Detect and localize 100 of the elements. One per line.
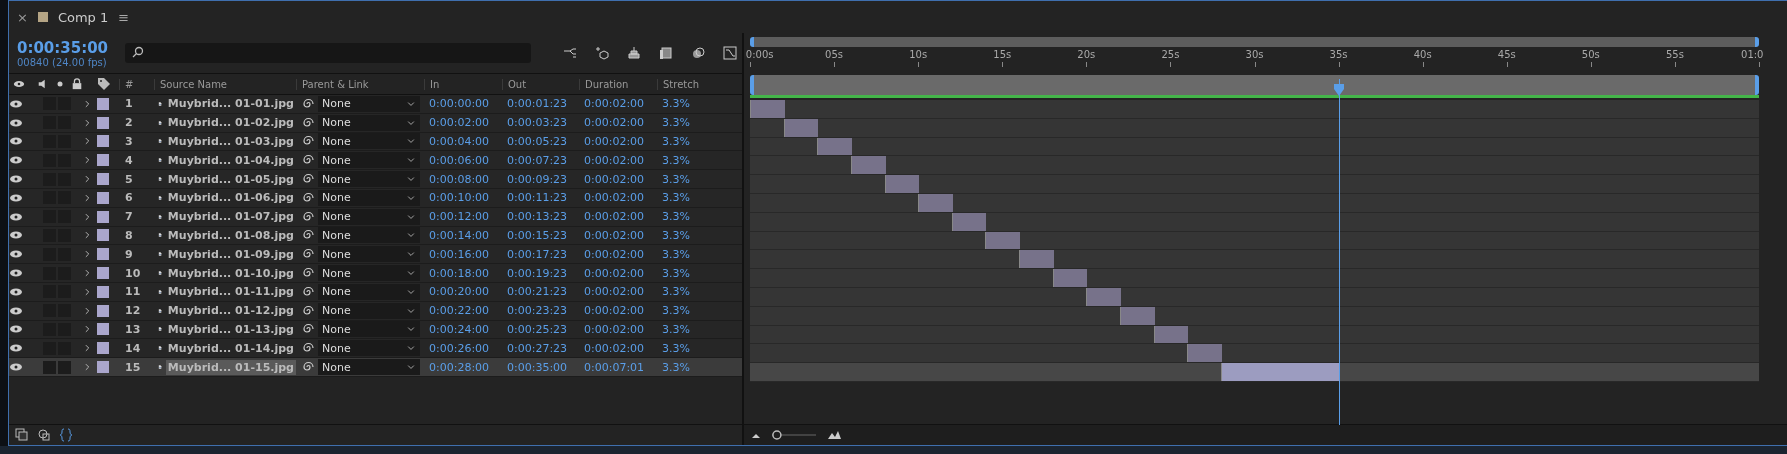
layer-bar[interactable] [1052,269,1088,287]
layer-bar[interactable] [1187,344,1222,363]
stretch-value[interactable]: 3.3% [657,341,739,355]
duration-time[interactable]: 0:00:02:00 [579,247,657,261]
close-icon[interactable]: × [17,9,28,25]
current-time[interactable]: 0:00:35:00 [17,38,111,57]
out-time[interactable]: 0:00:13:23 [502,210,579,224]
spiral-icon[interactable] [300,209,314,224]
stack-icon[interactable] [625,46,643,60]
stretch-value[interactable]: 3.3% [657,153,739,167]
duration-time[interactable]: 0:00:02:00 [579,266,657,280]
parent-dropdown[interactable]: None [318,95,420,112]
layer-name[interactable]: Muybrid... 01-12.jpg [165,303,296,319]
out-time[interactable]: 0:00:27:23 [502,341,579,355]
in-time[interactable]: 0:00:04:00 [424,135,502,148]
duration-time[interactable]: 0:00:02:00 [579,172,657,186]
in-time[interactable]: 0:00:18:00 [424,266,502,280]
column-header[interactable]: # [119,78,154,90]
parent-dropdown[interactable]: None [318,359,420,376]
column-header[interactable]: Duration [579,78,657,90]
layer-name[interactable]: Muybrid... 01-01.jpg [165,96,296,112]
duration-time[interactable]: 0:00:02:00 [579,210,657,224]
layer-row[interactable]: 10 Muybrid... 01-10.jpg None 0:00:18:00 0:00:19:23 0:00:02:00 3.3% [9,264,742,283]
duration-time[interactable]: 0:00:02:00 [579,228,657,242]
out-time[interactable]: 0:00:07:23 [502,153,579,167]
column-header[interactable]: Stretch [657,78,739,90]
layer-name[interactable]: Muybrid... 01-11.jpg [165,284,296,300]
stretch-value[interactable]: 3.3% [657,135,739,148]
layer-name[interactable]: Muybrid... 01-09.jpg [165,246,296,262]
column-header[interactable]: In [424,78,502,90]
layer-name[interactable]: Muybrid... 01-08.jpg [165,227,296,243]
label-swatch-icon[interactable] [97,135,109,148]
stretch-value[interactable]: 3.3% [657,360,739,374]
in-time[interactable]: 0:00:20:00 [424,285,502,299]
spiral-icon[interactable] [300,284,314,299]
parent-dropdown[interactable]: None [318,208,420,225]
search-field[interactable] [125,43,531,63]
label-swatch-icon[interactable] [97,210,109,223]
layer-row[interactable]: 4 Muybrid... 01-04.jpg None 0:00:06:00 0:00:07:23 0:00:02:00 3.3% [9,151,742,171]
spiral-icon[interactable] [300,303,314,318]
duration-time[interactable]: 0:00:02:00 [579,153,657,167]
brackets-icon[interactable] [59,428,73,442]
layer-name[interactable]: Muybrid... 01-07.jpg [165,209,296,225]
layer-name[interactable]: Muybrid... 01-10.jpg [165,265,296,281]
layer-name[interactable]: Muybrid... 01-02.jpg [165,115,296,131]
out-time[interactable]: 0:00:05:23 [502,135,579,148]
parent-dropdown[interactable]: None [318,227,420,244]
stretch-value[interactable]: 3.3% [657,210,739,224]
parent-dropdown[interactable]: None [318,321,420,338]
label-swatch-icon[interactable] [97,323,109,336]
parent-dropdown[interactable]: None [318,171,420,188]
in-time[interactable]: 0:00:14:00 [424,228,502,242]
layer-row[interactable]: 15 Muybrid... 01-15.jpg None 0:00:28:00 0:00:35:00 0:00:07:01 3.3% [9,358,742,377]
label-swatch-icon[interactable] [97,191,109,204]
layer-name[interactable]: Muybrid... 01-03.jpg [165,134,296,149]
out-time[interactable]: 0:00:25:23 [502,322,579,336]
graph-editor-icon[interactable] [721,46,739,60]
column-header[interactable]: Out [502,78,579,90]
layer-row[interactable]: 9 Muybrid... 01-09.jpg None 0:00:16:00 0:00:17:23 0:00:02:00 3.3% [9,245,742,265]
in-time[interactable]: 0:00:08:00 [424,172,502,186]
label-swatch-icon[interactable] [97,361,109,374]
menu-icon[interactable]: ≡ [118,9,130,25]
in-time[interactable]: 0:00:06:00 [424,153,502,167]
duration-time[interactable]: 0:00:02:00 [579,285,657,299]
parent-dropdown[interactable]: None [318,189,420,206]
parent-dropdown[interactable]: None [318,340,420,357]
zoom-slider-track[interactable] [770,429,818,441]
layer-name[interactable]: Muybrid... 01-06.jpg [165,190,296,206]
label-swatch-icon[interactable] [97,304,109,317]
out-time[interactable]: 0:00:21:23 [502,285,579,299]
stretch-value[interactable]: 3.3% [657,285,739,299]
label-swatch-icon[interactable] [97,285,109,298]
layers-icon[interactable] [15,428,29,442]
in-time[interactable]: 0:00:24:00 [424,322,502,336]
layer-name[interactable]: Muybrid... 01-04.jpg [165,152,296,168]
duration-time[interactable]: 0:00:07:01 [579,360,657,374]
parent-dropdown[interactable]: None [318,152,420,169]
spiral-icon[interactable] [300,115,314,130]
out-time[interactable]: 0:00:19:23 [502,266,579,280]
out-time[interactable]: 0:00:03:23 [502,116,579,130]
stretch-value[interactable]: 3.3% [657,116,739,130]
out-time[interactable]: 0:00:11:23 [502,191,579,205]
label-swatch-icon[interactable] [97,267,109,280]
stretch-value[interactable]: 3.3% [657,322,739,336]
out-time[interactable]: 0:00:35:00 [502,360,579,374]
solo-toggle[interactable] [43,360,56,374]
in-time[interactable]: 0:00:26:00 [424,341,502,355]
parent-dropdown[interactable]: None [318,114,420,131]
in-time[interactable]: 0:00:12:00 [424,210,502,224]
spiral-icon[interactable] [300,190,314,205]
out-time[interactable]: 0:00:09:23 [502,172,579,186]
label-swatch-icon[interactable] [97,173,109,186]
layer-name[interactable]: Muybrid... 01-05.jpg [165,171,296,187]
lock-toggle[interactable] [58,360,71,374]
out-time[interactable]: 0:00:23:23 [502,304,579,318]
duration-time[interactable]: 0:00:02:00 [579,341,657,355]
zoom-slider-thumb[interactable] [772,430,782,440]
stretch-value[interactable]: 3.3% [657,97,739,111]
layer-bar[interactable] [1019,250,1054,269]
label-swatch-icon[interactable] [97,248,109,261]
